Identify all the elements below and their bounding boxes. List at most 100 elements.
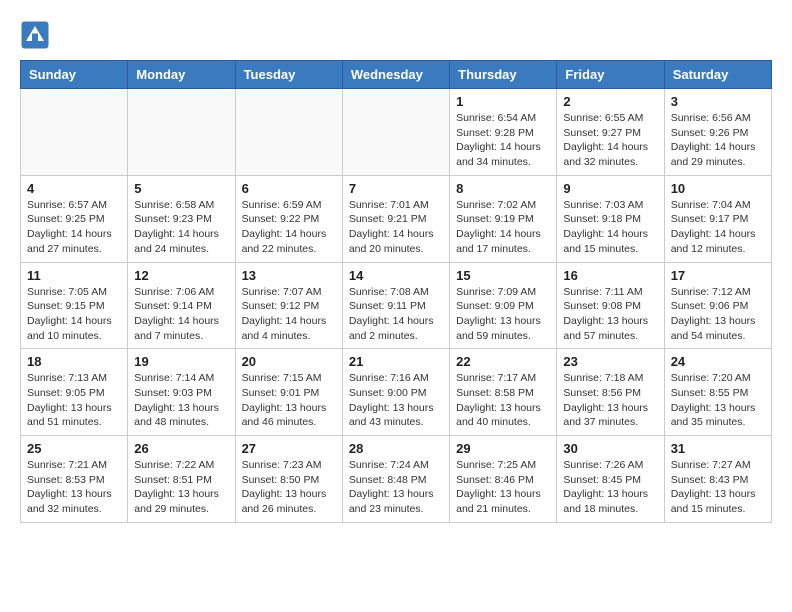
day-info: Sunrise: 7:24 AM Sunset: 8:48 PM Dayligh… (349, 458, 443, 517)
calendar-cell: 6 Sunrise: 6:59 AM Sunset: 9:22 PM Daylig… (235, 175, 342, 262)
day-info: Sunrise: 7:03 AM Sunset: 9:18 PM Dayligh… (563, 198, 657, 257)
calendar-cell (342, 89, 449, 176)
weekday-header-wednesday: Wednesday (342, 61, 449, 89)
calendar-cell: 15 Sunrise: 7:09 AM Sunset: 9:09 PM Dayli… (450, 262, 557, 349)
calendar-cell: 22 Sunrise: 7:17 AM Sunset: 8:58 PM Dayli… (450, 349, 557, 436)
day-number: 13 (242, 268, 336, 283)
calendar-cell: 2Sunrise: 6:55 AM Sunset: 9:27 PM Daylig… (557, 89, 664, 176)
day-number: 25 (27, 441, 121, 456)
calendar-cell: 27 Sunrise: 7:23 AM Sunset: 8:50 PM Dayli… (235, 436, 342, 523)
logo-icon (20, 20, 50, 50)
calendar-cell: 11Sunrise: 7:05 AM Sunset: 9:15 PM Dayli… (21, 262, 128, 349)
day-info: Sunrise: 7:23 AM Sunset: 8:50 PM Dayligh… (242, 458, 336, 517)
day-info: Sunrise: 6:54 AM Sunset: 9:28 PM Dayligh… (456, 111, 550, 170)
day-info: Sunrise: 7:17 AM Sunset: 8:58 PM Dayligh… (456, 371, 550, 430)
day-info: Sunrise: 7:20 AM Sunset: 8:55 PM Dayligh… (671, 371, 765, 430)
calendar-cell: 3 Sunrise: 6:56 AM Sunset: 9:26 PM Daylig… (664, 89, 771, 176)
day-info: Sunrise: 7:09 AM Sunset: 9:09 PM Dayligh… (456, 285, 550, 344)
calendar-cell: 4 Sunrise: 6:57 AM Sunset: 9:25 PM Daylig… (21, 175, 128, 262)
day-number: 21 (349, 354, 443, 369)
calendar-cell: 28Sunrise: 7:24 AM Sunset: 8:48 PM Dayli… (342, 436, 449, 523)
calendar-cell: 1 Sunrise: 6:54 AM Sunset: 9:28 PM Daylig… (450, 89, 557, 176)
day-number: 5 (134, 181, 228, 196)
logo (20, 20, 54, 50)
day-number: 20 (242, 354, 336, 369)
calendar-cell: 5 Sunrise: 6:58 AM Sunset: 9:23 PM Daylig… (128, 175, 235, 262)
day-number: 1 (456, 94, 550, 109)
day-number: 4 (27, 181, 121, 196)
day-info: Sunrise: 7:26 AM Sunset: 8:45 PM Dayligh… (563, 458, 657, 517)
day-info: Sunrise: 6:56 AM Sunset: 9:26 PM Dayligh… (671, 111, 765, 170)
calendar-header-row: SundayMondayTuesdayWednesdayThursdayFrid… (21, 61, 772, 89)
day-number: 26 (134, 441, 228, 456)
calendar-week-row: 1 Sunrise: 6:54 AM Sunset: 9:28 PM Daylig… (21, 89, 772, 176)
day-info: Sunrise: 6:59 AM Sunset: 9:22 PM Dayligh… (242, 198, 336, 257)
calendar-cell: 24 Sunrise: 7:20 AM Sunset: 8:55 PM Dayli… (664, 349, 771, 436)
day-info: Sunrise: 7:14 AM Sunset: 9:03 PM Dayligh… (134, 371, 228, 430)
calendar-cell: 12 Sunrise: 7:06 AM Sunset: 9:14 PM Dayli… (128, 262, 235, 349)
day-info: Sunrise: 7:15 AM Sunset: 9:01 PM Dayligh… (242, 371, 336, 430)
day-info: Sunrise: 7:25 AM Sunset: 8:46 PM Dayligh… (456, 458, 550, 517)
calendar-week-row: 25 Sunrise: 7:21 AM Sunset: 8:53 PM Dayli… (21, 436, 772, 523)
day-number: 10 (671, 181, 765, 196)
page-header (20, 20, 772, 50)
calendar-cell: 29 Sunrise: 7:25 AM Sunset: 8:46 PM Dayli… (450, 436, 557, 523)
day-number: 31 (671, 441, 765, 456)
day-number: 14 (349, 268, 443, 283)
day-number: 7 (349, 181, 443, 196)
calendar-cell (21, 89, 128, 176)
day-number: 3 (671, 94, 765, 109)
day-number: 9 (563, 181, 657, 196)
day-info: Sunrise: 7:22 AM Sunset: 8:51 PM Dayligh… (134, 458, 228, 517)
calendar-week-row: 18 Sunrise: 7:13 AM Sunset: 9:05 PM Dayli… (21, 349, 772, 436)
calendar-cell: 14Sunrise: 7:08 AM Sunset: 9:11 PM Dayli… (342, 262, 449, 349)
day-number: 27 (242, 441, 336, 456)
weekday-header-monday: Monday (128, 61, 235, 89)
calendar-cell: 30 Sunrise: 7:26 AM Sunset: 8:45 PM Dayli… (557, 436, 664, 523)
calendar-cell (235, 89, 342, 176)
day-info: Sunrise: 7:27 AM Sunset: 8:43 PM Dayligh… (671, 458, 765, 517)
day-info: Sunrise: 7:07 AM Sunset: 9:12 PM Dayligh… (242, 285, 336, 344)
day-info: Sunrise: 7:13 AM Sunset: 9:05 PM Dayligh… (27, 371, 121, 430)
calendar-cell: 21Sunrise: 7:16 AM Sunset: 9:00 PM Dayli… (342, 349, 449, 436)
day-info: Sunrise: 7:21 AM Sunset: 8:53 PM Dayligh… (27, 458, 121, 517)
day-number: 12 (134, 268, 228, 283)
day-number: 6 (242, 181, 336, 196)
calendar-cell (128, 89, 235, 176)
day-info: Sunrise: 7:05 AM Sunset: 9:15 PM Dayligh… (27, 285, 121, 344)
day-number: 22 (456, 354, 550, 369)
calendar-cell: 17 Sunrise: 7:12 AM Sunset: 9:06 PM Dayli… (664, 262, 771, 349)
weekday-header-tuesday: Tuesday (235, 61, 342, 89)
calendar-week-row: 11Sunrise: 7:05 AM Sunset: 9:15 PM Dayli… (21, 262, 772, 349)
day-number: 18 (27, 354, 121, 369)
day-number: 16 (563, 268, 657, 283)
day-info: Sunrise: 6:58 AM Sunset: 9:23 PM Dayligh… (134, 198, 228, 257)
day-number: 19 (134, 354, 228, 369)
calendar-cell: 10 Sunrise: 7:04 AM Sunset: 9:17 PM Dayli… (664, 175, 771, 262)
day-info: Sunrise: 6:57 AM Sunset: 9:25 PM Dayligh… (27, 198, 121, 257)
calendar-cell: 13 Sunrise: 7:07 AM Sunset: 9:12 PM Dayli… (235, 262, 342, 349)
day-info: Sunrise: 7:06 AM Sunset: 9:14 PM Dayligh… (134, 285, 228, 344)
weekday-header-saturday: Saturday (664, 61, 771, 89)
calendar-cell: 25 Sunrise: 7:21 AM Sunset: 8:53 PM Dayli… (21, 436, 128, 523)
day-number: 17 (671, 268, 765, 283)
weekday-header-thursday: Thursday (450, 61, 557, 89)
calendar-cell: 31 Sunrise: 7:27 AM Sunset: 8:43 PM Dayli… (664, 436, 771, 523)
day-number: 24 (671, 354, 765, 369)
day-info: Sunrise: 7:12 AM Sunset: 9:06 PM Dayligh… (671, 285, 765, 344)
weekday-header-friday: Friday (557, 61, 664, 89)
day-info: Sunrise: 7:02 AM Sunset: 9:19 PM Dayligh… (456, 198, 550, 257)
day-number: 8 (456, 181, 550, 196)
day-number: 30 (563, 441, 657, 456)
calendar-cell: 16Sunrise: 7:11 AM Sunset: 9:08 PM Dayli… (557, 262, 664, 349)
day-info: Sunrise: 7:01 AM Sunset: 9:21 PM Dayligh… (349, 198, 443, 257)
day-number: 15 (456, 268, 550, 283)
calendar-cell: 19 Sunrise: 7:14 AM Sunset: 9:03 PM Dayli… (128, 349, 235, 436)
calendar-cell: 18 Sunrise: 7:13 AM Sunset: 9:05 PM Dayli… (21, 349, 128, 436)
calendar-cell: 26 Sunrise: 7:22 AM Sunset: 8:51 PM Dayli… (128, 436, 235, 523)
day-number: 29 (456, 441, 550, 456)
calendar-cell: 20 Sunrise: 7:15 AM Sunset: 9:01 PM Dayli… (235, 349, 342, 436)
day-info: Sunrise: 7:04 AM Sunset: 9:17 PM Dayligh… (671, 198, 765, 257)
calendar-week-row: 4 Sunrise: 6:57 AM Sunset: 9:25 PM Daylig… (21, 175, 772, 262)
calendar-cell: 23Sunrise: 7:18 AM Sunset: 8:56 PM Dayli… (557, 349, 664, 436)
